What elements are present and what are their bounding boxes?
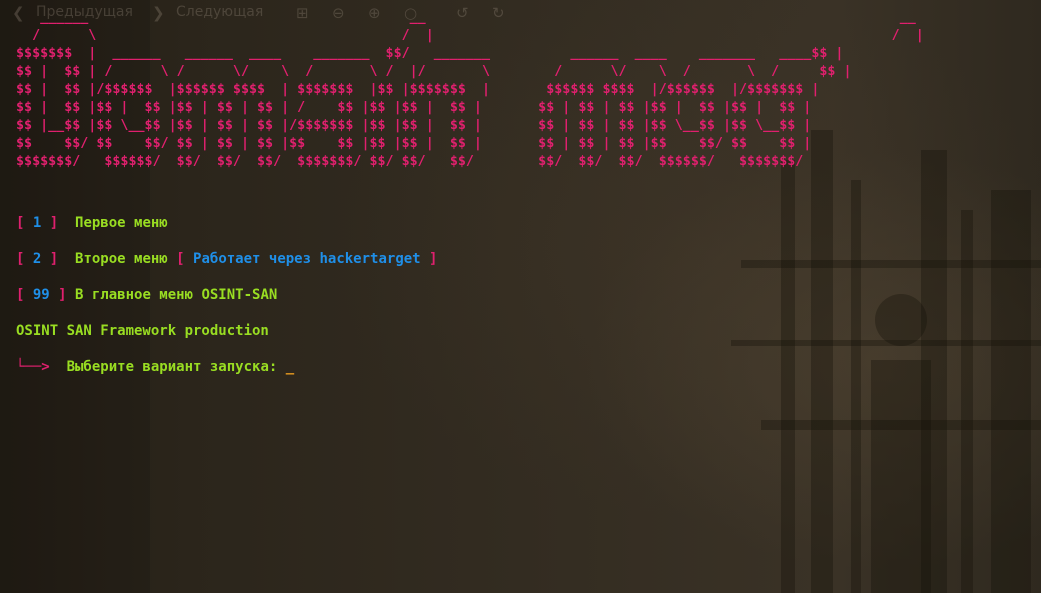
bracket-open: [ <box>16 215 33 231</box>
note-bracket-open: [ <box>176 251 194 267</box>
bracket-close: ] <box>41 215 59 231</box>
bracket-close: ] <box>49 287 67 303</box>
banner-line: $$ |__$$ |$$ \__$$ |$$ | $$ | $$ |/$$$$$… <box>16 118 812 133</box>
menu-item-label: Второе меню <box>75 251 168 267</box>
banner-line: / \ / | / | <box>16 28 924 43</box>
menu-item-number: 99 <box>32 287 50 303</box>
menu-item-label: В главное меню OSINT-SAN <box>75 287 278 303</box>
ascii-banner: ______ __ __ / \ / | / | $$$$$$$ | _____… <box>16 9 924 171</box>
banner-line: $$ | $$ |$$ | $$ |$$ | $$ | $$ | / $$ |$… <box>16 100 812 115</box>
footer-text: OSINT SAN Framework production <box>16 320 437 356</box>
banner-line: $$$$$$$/ $$$$$$/ $$/ $$/ $$/ $$$$$$$/ $$… <box>16 154 804 169</box>
footer-label: OSINT SAN Framework production <box>16 323 269 339</box>
note-bracket-close: ] <box>420 251 438 267</box>
prompt-label: Выберите вариант запуска: <box>66 359 278 375</box>
prompt-arrow-icon: └──> <box>16 359 50 375</box>
menu-item-2[interactable]: [ 2 ] Второе меню [ Работает через hacke… <box>16 248 437 284</box>
menu-item-1[interactable]: [ 1 ] Первое меню <box>16 212 437 248</box>
bracket-open: [ <box>16 287 33 303</box>
industrial-silhouette-image <box>731 130 1041 593</box>
bracket-close: ] <box>41 251 59 267</box>
banner-line: ______ __ __ <box>16 10 916 25</box>
text-cursor[interactable]: _ <box>286 359 294 375</box>
banner-line: $$ | $$ | / \ / \/ \ / \ / |/ \ / \/ \ /… <box>16 64 852 79</box>
menu-item-note: Работает через hackertarget <box>193 251 421 267</box>
terminal-menu: [ 1 ] Первое меню [ 2 ] Второе меню [ Ра… <box>16 212 437 392</box>
banner-line: $$ $$/ $$ $$/ $$ | $$ | $$ |$$ $$ |$$ |$… <box>16 136 812 151</box>
banner-line: $$$$$$$ | ______ ______ ____ _______ $$/… <box>16 46 844 61</box>
bracket-open: [ <box>16 251 33 267</box>
prompt-line[interactable]: └──> Выберите вариант запуска: _ <box>16 356 437 392</box>
banner-line: $$ | $$ |/$$$$$$ |$$$$$$ $$$$ | $$$$$$$ … <box>16 82 820 97</box>
menu-item-label: Первое меню <box>75 215 168 231</box>
menu-item-99[interactable]: [ 99 ] В главное меню OSINT-SAN <box>16 284 437 320</box>
